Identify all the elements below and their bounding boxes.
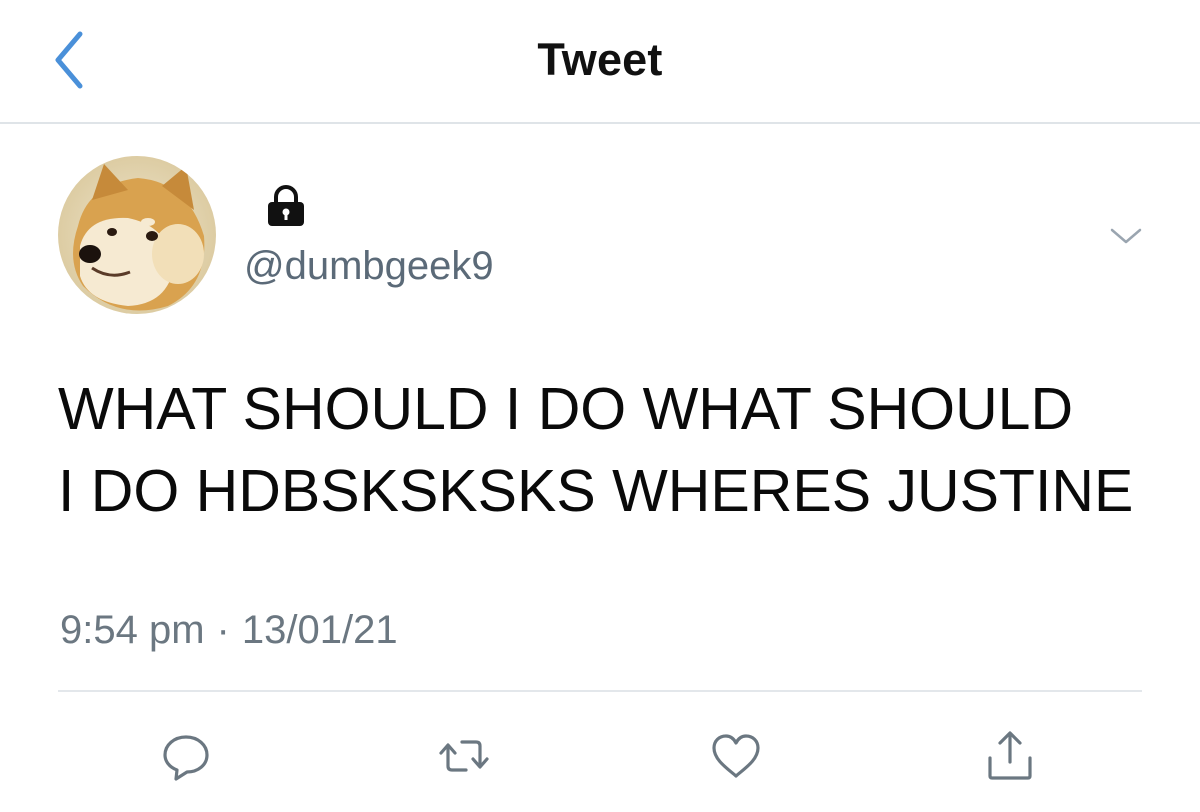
heart-icon: [712, 734, 760, 778]
tweet-timestamp: 9:54 pm · 13/01/21: [60, 608, 398, 653]
tweet-date: 13/01/21: [241, 608, 398, 652]
tweet-time: 9:54 pm: [60, 608, 205, 652]
tweet-text: WHAT SHOULD I DO WHAT SHOULD I DO HDBSKS…: [58, 368, 1168, 532]
like-button[interactable]: [708, 728, 764, 784]
more-options-button[interactable]: [1108, 222, 1144, 250]
divider: [58, 690, 1142, 692]
avatar[interactable]: [58, 156, 216, 314]
shiba-doge-avatar: [58, 156, 216, 314]
share-icon: [988, 731, 1032, 780]
tweet-text-line: I DO HDBSKSKSKS WHERES JUSTINE: [58, 458, 1134, 524]
timestamp-separator: ·: [216, 608, 230, 652]
reply-button[interactable]: [158, 728, 214, 784]
tweet-detail-screen: Tweet @dumbgeek9 WHAT SHOULD I DO WHAT S…: [0, 0, 1200, 812]
share-button[interactable]: [982, 728, 1038, 784]
author-handle[interactable]: @dumbgeek9: [244, 244, 494, 289]
reply-icon: [163, 735, 209, 781]
lock-icon: [264, 184, 308, 228]
tweet-text-line: WHAT SHOULD I DO WHAT SHOULD: [58, 376, 1074, 442]
retweet-icon: [439, 740, 489, 772]
page-title: Tweet: [537, 34, 663, 85]
nav-header: Tweet: [0, 0, 1200, 124]
chevron-down-icon: [1110, 228, 1142, 244]
retweet-button[interactable]: [436, 728, 492, 784]
